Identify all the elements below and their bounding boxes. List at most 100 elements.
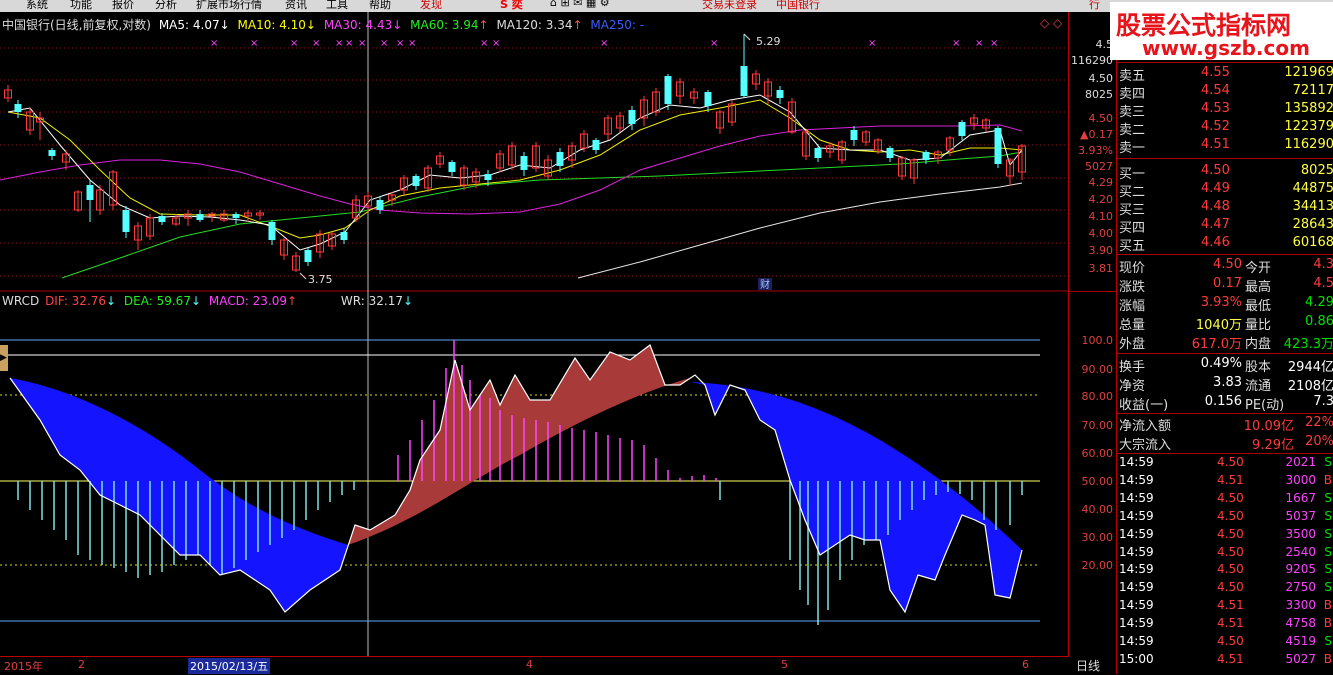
candle-body xyxy=(704,92,712,106)
candle-body xyxy=(740,66,748,96)
tick-row[interactable]: 14:59 4.50 2750 S xyxy=(1117,579,1333,597)
tick-row[interactable]: 14:59 4.50 4519 S xyxy=(1117,633,1333,651)
ask-row[interactable]: 卖二 4.52 122379 xyxy=(1117,118,1333,138)
menu-toolbar-icons[interactable]: ⌂ ⊞ ✉ ▦ ⚙ xyxy=(550,0,610,9)
ma120-line xyxy=(577,182,1023,279)
candle-body xyxy=(14,104,22,112)
svg-text:×: × xyxy=(600,38,608,49)
candle-body xyxy=(994,128,1002,164)
tick-price: 4.51 xyxy=(1217,598,1244,613)
bid-volume: 8025 xyxy=(1300,163,1333,178)
tick-time: 14:59 xyxy=(1119,455,1154,469)
menu-trade-status[interactable]: 交易未登录 xyxy=(702,0,757,12)
tick-row[interactable]: 14:59 4.50 2540 S xyxy=(1117,544,1333,562)
tick-row[interactable]: 14:59 4.50 3500 S xyxy=(1117,526,1333,544)
ask-row[interactable]: 卖五 4.55 121969 xyxy=(1117,64,1333,84)
tick-row[interactable]: 14:59 4.50 2021 S xyxy=(1117,454,1333,472)
fund-label: 收益(一) xyxy=(1119,398,1169,413)
stat-value: 4.29 xyxy=(1305,295,1333,310)
dea-value: DEA: 59.67 xyxy=(123,294,191,308)
stat-label: 总量 xyxy=(1119,318,1146,333)
tick-row[interactable]: 14:59 4.51 3000 B xyxy=(1117,472,1333,490)
stat-row: 外盘 617.0万 内盘 423.3万 xyxy=(1117,332,1333,352)
period-button[interactable]: 日线 xyxy=(1076,657,1100,674)
flow-value: 10.09亿 xyxy=(1243,419,1294,434)
bid-row[interactable]: 买五 4.46 60168 xyxy=(1117,234,1333,254)
menu-extended-market[interactable]: 扩展市场行情 xyxy=(196,0,262,12)
ask-volume: 72117 xyxy=(1292,83,1333,98)
fundamental-row: 净资 3.83 流通 2108亿 xyxy=(1117,374,1333,394)
menu-tools[interactable]: 工具 xyxy=(326,0,348,12)
tick-time: 15:00 xyxy=(1119,651,1154,666)
fund-label: 股本 xyxy=(1245,360,1272,375)
tick-row[interactable]: 15:00 4.51 5027 B xyxy=(1117,651,1333,669)
tick-price: 4.51 xyxy=(1217,651,1244,666)
tick-direction: S xyxy=(1324,634,1332,648)
ask-volume: 122379 xyxy=(1284,119,1333,134)
axis-price-tick: 4.50 xyxy=(1088,72,1114,85)
candle-body xyxy=(304,250,312,262)
bid-volume: 28643 xyxy=(1292,217,1333,232)
fund-value: 2108亿 xyxy=(1287,379,1333,394)
candle-body xyxy=(376,200,384,210)
candle-body xyxy=(628,110,636,124)
stat-value: 0.86 xyxy=(1305,314,1333,329)
ask-row[interactable]: 卖三 4.53 135892 xyxy=(1117,100,1333,120)
menu-help[interactable]: 帮助 xyxy=(369,0,391,12)
menu-row-icon[interactable]: 行 xyxy=(1089,0,1100,12)
tick-row[interactable]: 14:59 4.51 4758 B xyxy=(1117,615,1333,633)
axis-price-tick: ▲0.17 xyxy=(1080,128,1113,141)
axis-month-5: 5 xyxy=(781,658,788,671)
stat-value: 4.3 xyxy=(1313,257,1333,272)
candle-body xyxy=(122,210,130,232)
menu-logo-icon[interactable]: S 奕 xyxy=(500,0,523,12)
bid-row[interactable]: 买四 4.47 28643 xyxy=(1117,216,1333,236)
axis-indicator-tick: 80.00 xyxy=(1081,390,1114,403)
menu-news[interactable]: 资讯 xyxy=(285,0,307,12)
tick-time: 14:59 xyxy=(1119,544,1154,559)
tick-row[interactable]: 14:59 4.50 1667 S xyxy=(1117,490,1333,508)
tick-price: 4.50 xyxy=(1217,634,1244,648)
low-price-label: 3.75 xyxy=(308,273,333,286)
bid-row[interactable]: 买一 4.50 8025 xyxy=(1117,162,1333,182)
tick-price: 4.50 xyxy=(1217,544,1244,559)
menu-analysis[interactable]: 分析 xyxy=(155,0,177,12)
tick-time: 14:59 xyxy=(1119,562,1154,577)
axis-indicator-tick: 20.00 xyxy=(1081,559,1114,572)
axis-price-tick: 4.29 xyxy=(1088,176,1114,189)
menu-function[interactable]: 功能 xyxy=(70,0,92,12)
ask-row[interactable]: 卖四 4.54 72117 xyxy=(1117,82,1333,102)
svg-text:×: × xyxy=(710,38,718,49)
axis-price-tick: 8025 xyxy=(1085,88,1113,101)
stat-label: 涨跌 xyxy=(1119,280,1146,295)
ask-row[interactable]: 卖一 4.51 116290 xyxy=(1117,136,1333,156)
bid-row[interactable]: 买二 4.49 44875 xyxy=(1117,180,1333,200)
tick-row[interactable]: 14:59 4.50 5037 S xyxy=(1117,508,1333,526)
tick-price: 4.51 xyxy=(1217,616,1244,631)
axis-price-tick: 3.90 xyxy=(1088,244,1114,257)
stat-value: 617.0万 xyxy=(1191,337,1242,352)
stat-row: 涨幅 3.93% 最低 4.29 xyxy=(1117,294,1333,314)
stat-row: 现价 4.50 今开 4.3 xyxy=(1117,256,1333,276)
wr-value: WR: 32.17 xyxy=(340,294,403,308)
tick-row[interactable]: 14:59 4.50 9205 S xyxy=(1117,561,1333,579)
bid-row[interactable]: 买三 4.48 34413 xyxy=(1117,198,1333,218)
fund-label: PE(动) xyxy=(1245,398,1285,413)
candlesticks xyxy=(4,34,1026,272)
tick-direction: B xyxy=(1323,616,1332,631)
fund-value: 0.49% xyxy=(1200,356,1242,371)
ask-price: 4.53 xyxy=(1201,101,1230,116)
stat-row: 总量 1040万 量比 0.86 xyxy=(1117,313,1333,333)
tick-row[interactable]: 14:59 4.51 3300 B xyxy=(1117,597,1333,615)
finance-marker-icon[interactable]: 财 xyxy=(760,278,770,291)
candle-body xyxy=(664,76,672,104)
header-diamond-icons[interactable]: ◇ ◇ xyxy=(1040,16,1062,30)
indicator-header: WRCD DIF: 32.76↓ DEA: 59.67↓ MACD: 23.09… xyxy=(2,294,414,308)
kline-chart[interactable]: 5.29 3.75 财 × × × × × × × × × × × × × × × × × × xyxy=(0,12,1068,674)
menu-system[interactable]: 系统 xyxy=(26,0,48,12)
right-price-axis: 4.5 116290 4.50 8025 4.50 ▲0.17 3.93% 50… xyxy=(1068,12,1117,657)
panel-collapse-tab[interactable]: ▶ xyxy=(0,345,8,371)
menu-quote[interactable]: 报价 xyxy=(112,0,134,12)
menu-discover[interactable]: 发现 xyxy=(420,0,442,12)
axis-price-tick: 3.93% xyxy=(1078,144,1113,157)
